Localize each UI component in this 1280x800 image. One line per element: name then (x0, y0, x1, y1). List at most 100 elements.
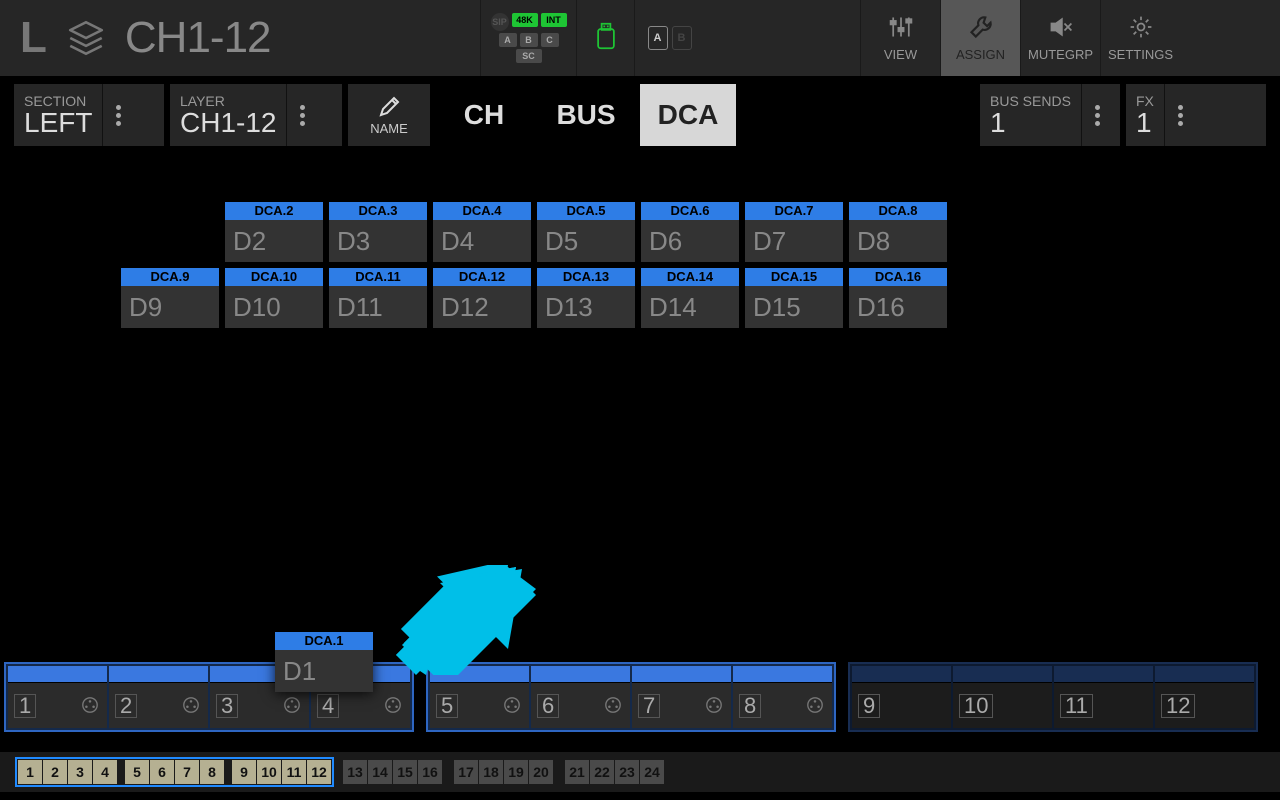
page-button[interactable]: 3 (68, 760, 92, 784)
settings-tool[interactable]: SETTINGS (1100, 0, 1180, 76)
mutegroup-label: MUTEGRP (1028, 47, 1093, 62)
dca-head: DCA.8 (849, 202, 947, 220)
tab-bus[interactable]: BUS (538, 84, 634, 146)
page-button[interactable]: 18 (479, 760, 503, 784)
page-group[interactable]: 21222324 (565, 760, 664, 784)
more-icon[interactable] (1081, 84, 1113, 146)
layer-selector[interactable]: LAYER CH1-12 (170, 84, 342, 146)
dca-tile[interactable]: DCA.4 D4 (433, 202, 531, 262)
page-button[interactable]: 21 (565, 760, 589, 784)
fx-selector[interactable]: FX 1 (1126, 84, 1266, 146)
page-group-active[interactable]: 123456789101112 (18, 760, 331, 784)
more-icon[interactable] (1164, 84, 1196, 146)
page-button[interactable]: 8 (200, 760, 224, 784)
page-button[interactable]: 17 (454, 760, 478, 784)
channel-slot[interactable]: 6 (531, 666, 630, 728)
page-button[interactable]: 2 (43, 760, 67, 784)
assign-tool[interactable]: ASSIGN (940, 0, 1020, 76)
page-button[interactable]: 5 (125, 760, 149, 784)
page-button[interactable]: 19 (504, 760, 528, 784)
dca-head: DCA.10 (225, 268, 323, 286)
dca-tile[interactable]: DCA.12 D12 (433, 268, 531, 328)
dca-tile[interactable]: DCA.5 D5 (537, 202, 635, 262)
page-group[interactable]: 13141516 (343, 760, 442, 784)
bussends-selector[interactable]: BUS SENDS 1 (980, 84, 1120, 146)
dca-tile[interactable]: DCA.2 D2 (225, 202, 323, 262)
channel-slot[interactable]: 2 (109, 666, 208, 728)
slot-body: 7 (632, 682, 731, 728)
page-button[interactable]: 22 (590, 760, 614, 784)
page-button[interactable]: 12 (307, 760, 331, 784)
dca-tile[interactable]: DCA.13 D13 (537, 268, 635, 328)
channel-slot[interactable]: 7 (632, 666, 731, 728)
page-button[interactable]: 9 (232, 760, 256, 784)
page-button[interactable]: 7 (175, 760, 199, 784)
page-button[interactable]: 10 (257, 760, 281, 784)
layers-icon[interactable] (65, 17, 107, 59)
channel-slot[interactable]: 12 (1155, 666, 1254, 728)
slot-band (852, 666, 951, 682)
page-button[interactable]: 23 (615, 760, 639, 784)
dca-head: DCA.6 (641, 202, 739, 220)
dca-tile[interactable]: DCA.8 D8 (849, 202, 947, 262)
usb-button[interactable] (576, 0, 634, 76)
page-button[interactable]: 20 (529, 760, 553, 784)
tab-dca[interactable]: DCA (640, 84, 736, 146)
page-button[interactable]: 14 (368, 760, 392, 784)
slot-band (1155, 666, 1254, 682)
channel-slot[interactable]: 10 (953, 666, 1052, 728)
dca-tile[interactable]: DCA.16 D16 (849, 268, 947, 328)
page-button[interactable]: 15 (393, 760, 417, 784)
card-slots[interactable]: A B (634, 0, 704, 76)
dca-tile[interactable]: DCA.7 D7 (745, 202, 843, 262)
page-button[interactable]: 6 (150, 760, 174, 784)
dca-body: D5 (537, 220, 635, 262)
pager: 123456789101112 13141516 17181920 212223… (0, 752, 1280, 792)
page-button[interactable]: 11 (282, 760, 306, 784)
channel-slot[interactable]: 9 (852, 666, 951, 728)
dca-head: DCA.16 (849, 268, 947, 286)
clock-badge: INT (541, 13, 567, 27)
slot-body: 5 (430, 682, 529, 728)
page-button[interactable]: 1 (18, 760, 42, 784)
dca-body: D16 (849, 286, 947, 328)
tab-ch[interactable]: CH (436, 84, 532, 146)
page-group[interactable]: 17181920 (454, 760, 553, 784)
dca-tile[interactable]: DCA.9 D9 (121, 268, 219, 328)
dca-drag-tile[interactable]: DCA.1 D1 (275, 632, 373, 692)
more-icon[interactable] (286, 84, 318, 146)
wrench-icon (968, 14, 994, 45)
name-button[interactable]: NAME (348, 84, 430, 146)
sliders-icon (888, 14, 914, 45)
dca-head: DCA.15 (745, 268, 843, 286)
dca-tile[interactable]: DCA.10 D10 (225, 268, 323, 328)
slot-body: 9 (852, 682, 951, 728)
mutegroup-tool[interactable]: MUTEGRP (1020, 0, 1100, 76)
channel-slot[interactable]: 8 (733, 666, 832, 728)
slot-body: 10 (953, 682, 1052, 728)
page-button[interactable]: 16 (418, 760, 442, 784)
channel-slot[interactable]: 11 (1054, 666, 1153, 728)
page-button[interactable]: 24 (640, 760, 664, 784)
slot-band (531, 666, 630, 682)
page-button[interactable]: 13 (343, 760, 367, 784)
dca-head: DCA.14 (641, 268, 739, 286)
dca-tile[interactable]: DCA.14 D14 (641, 268, 739, 328)
more-icon[interactable] (102, 84, 134, 146)
dca-tile[interactable]: DCA.6 D6 (641, 202, 739, 262)
dca-body: D14 (641, 286, 739, 328)
dca-tile[interactable]: DCA.3 D3 (329, 202, 427, 262)
dca-tile[interactable]: DCA.15 D15 (745, 268, 843, 328)
slot-number: 3 (216, 694, 238, 718)
slot-number: 11 (1060, 694, 1093, 718)
slot-number: 8 (739, 694, 761, 718)
view-tool[interactable]: VIEW (860, 0, 940, 76)
slot-group-c: 9 10 11 12 (848, 662, 1258, 732)
section-selector[interactable]: SECTION LEFT (14, 84, 164, 146)
dca-head: DCA.1 (275, 632, 373, 650)
xlr-icon (705, 696, 723, 719)
page-button[interactable]: 4 (93, 760, 117, 784)
channel-slot[interactable]: 1 (8, 666, 107, 728)
dca-tile[interactable]: DCA.11 D11 (329, 268, 427, 328)
dca-body: D10 (225, 286, 323, 328)
